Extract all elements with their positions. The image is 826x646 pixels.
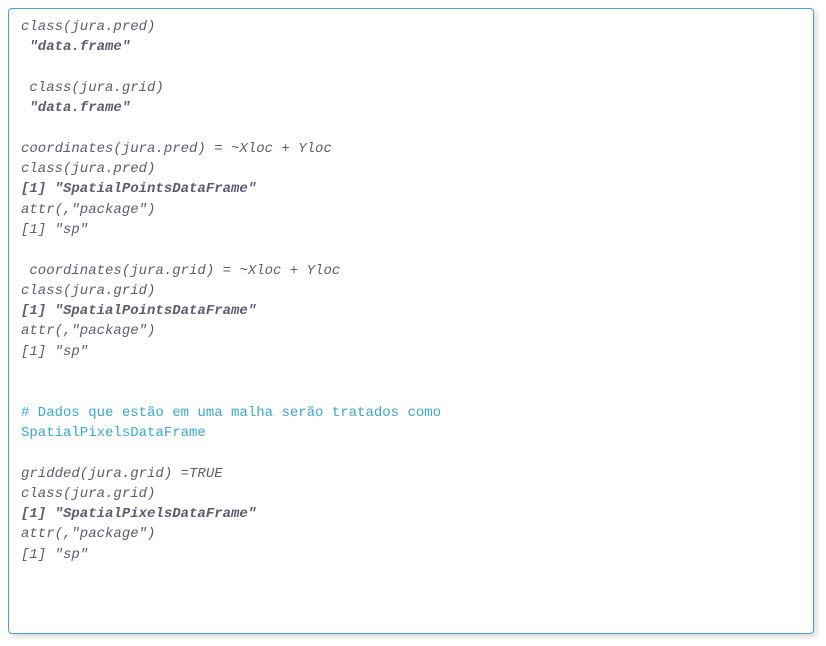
code-line: coordinates(jura.pred) = ~Xloc + Yloc [21,139,801,159]
code-line: attr(,"package") [21,524,801,544]
code-line: [1] "sp" [21,220,801,240]
code-line [21,118,801,138]
code-line: "data.frame" [21,98,801,118]
code-line [21,382,801,402]
code-block-container: class(jura.pred) "data.frame" class(jura… [8,8,814,634]
code-line: attr(,"package") [21,200,801,220]
code-line: [1] "SpatialPointsDataFrame" [21,301,801,321]
code-line [21,443,801,463]
code-line: class(jura.grid) [21,281,801,301]
code-line: [1] "SpatialPixelsDataFrame" [21,504,801,524]
code-line: attr(,"package") [21,321,801,341]
code-line: class(jura.pred) [21,17,801,37]
code-line: [1] "SpatialPointsDataFrame" [21,179,801,199]
code-line [21,58,801,78]
code-line: class(jura.grid) [21,78,801,98]
code-line: class(jura.grid) [21,484,801,504]
code-line: [1] "sp" [21,342,801,362]
code-line [21,240,801,260]
code-comment-line: # Dados que estão em uma malha serão tra… [21,403,801,423]
code-line [21,362,801,382]
code-line: [1] "sp" [21,545,801,565]
code-line: class(jura.pred) [21,159,801,179]
code-line: "data.frame" [21,37,801,57]
code-line: coordinates(jura.grid) = ~Xloc + Yloc [21,261,801,281]
code-comment-line: SpatialPixelsDataFrame [21,423,801,443]
code-line: gridded(jura.grid) =TRUE [21,464,801,484]
